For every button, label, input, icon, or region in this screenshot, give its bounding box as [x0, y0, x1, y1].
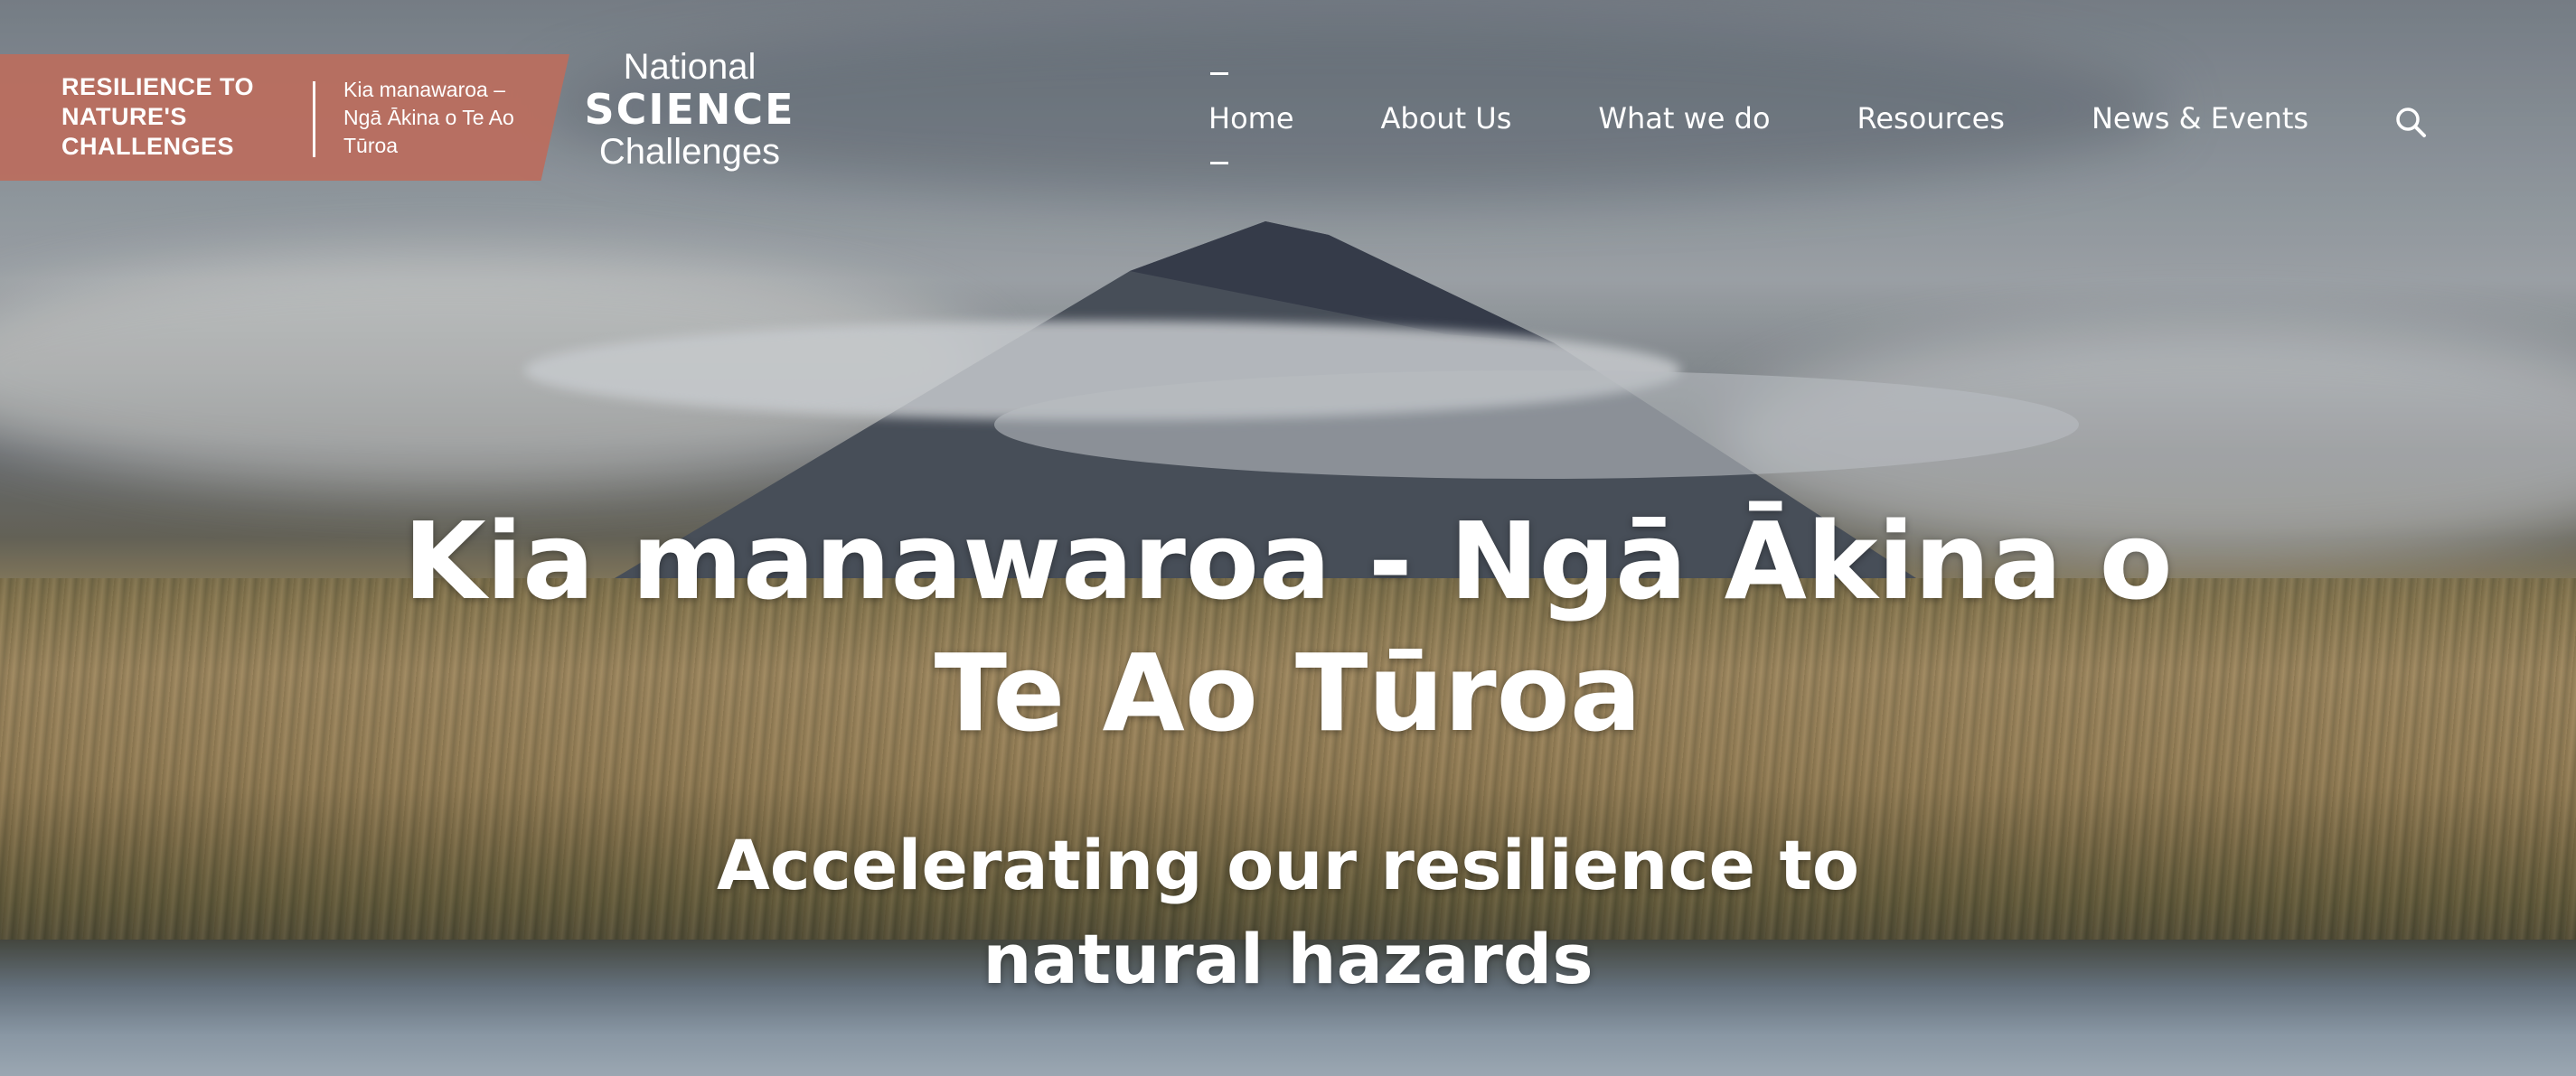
challenge-logo-title[interactable]: RESILIENCE TO NATURE'S CHALLENGES: [61, 72, 278, 162]
nav-item-resources[interactable]: Resources: [1857, 101, 2005, 136]
main-nav: Home About Us What we do Resources News …: [1208, 72, 2395, 164]
hero-banner: RESILIENCE TO NATURE'S CHALLENGES Kia ma…: [0, 0, 2576, 1076]
nav-item-news-events[interactable]: News & Events: [2092, 101, 2308, 136]
nav-item-home[interactable]: Home: [1208, 72, 1294, 164]
search-button[interactable]: [2393, 105, 2430, 141]
logo-line-science: SCIENCE: [584, 85, 795, 134]
logo-line-national: National: [623, 47, 757, 87]
ribbon-divider: [313, 81, 315, 157]
logo-line-challenges: Challenges: [598, 132, 781, 172]
nav-item-about-us[interactable]: About Us: [1381, 101, 1512, 136]
search-icon: [2396, 108, 2426, 137]
hero-title: Kia manawaroa - Ngā Ākina o Te Ao Tūroa: [403, 499, 2173, 755]
challenge-logo-subtitle[interactable]: Kia manawaroa – Ngā Ākina o Te Ao Tūroa: [343, 76, 533, 160]
hero-subtitle: Accelerating our resilience to natural h…: [716, 825, 1860, 999]
nav-item-what-we-do[interactable]: What we do: [1598, 101, 1770, 136]
national-science-challenges-logo[interactable]: National SCIENCE Challenges: [577, 47, 803, 172]
